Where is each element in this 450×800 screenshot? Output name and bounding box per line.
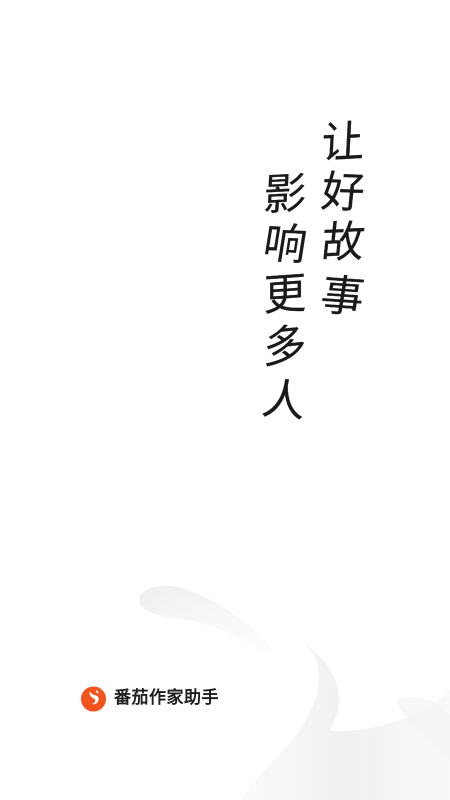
slogan-char: 人 xyxy=(259,374,310,428)
slogan-char: 事 xyxy=(316,270,368,324)
brand-lockup: 番茄作家助手 xyxy=(80,684,219,712)
slogan-column-2: 影 响 更 多 人 xyxy=(259,168,310,428)
slogan-char: 响 xyxy=(259,219,311,271)
slogan-char: 影 xyxy=(262,168,308,222)
splash-screen: 让 好 故 事 影 响 更 多 人 番茄作家助手 xyxy=(0,0,450,800)
slogan-char: 故 xyxy=(318,217,368,269)
slogan-calligraphy: 让 好 故 事 影 响 更 多 人 xyxy=(0,0,450,800)
tomato-flame-logo-icon xyxy=(80,685,107,712)
slogan-char: 更 xyxy=(263,268,307,322)
slogan-char: 好 xyxy=(318,167,368,219)
slogan-column-1: 让 好 故 事 xyxy=(317,116,368,324)
slogan-char: 让 xyxy=(320,116,366,170)
slogan-char: 多 xyxy=(262,319,308,375)
brand-name: 番茄作家助手 xyxy=(114,688,219,708)
